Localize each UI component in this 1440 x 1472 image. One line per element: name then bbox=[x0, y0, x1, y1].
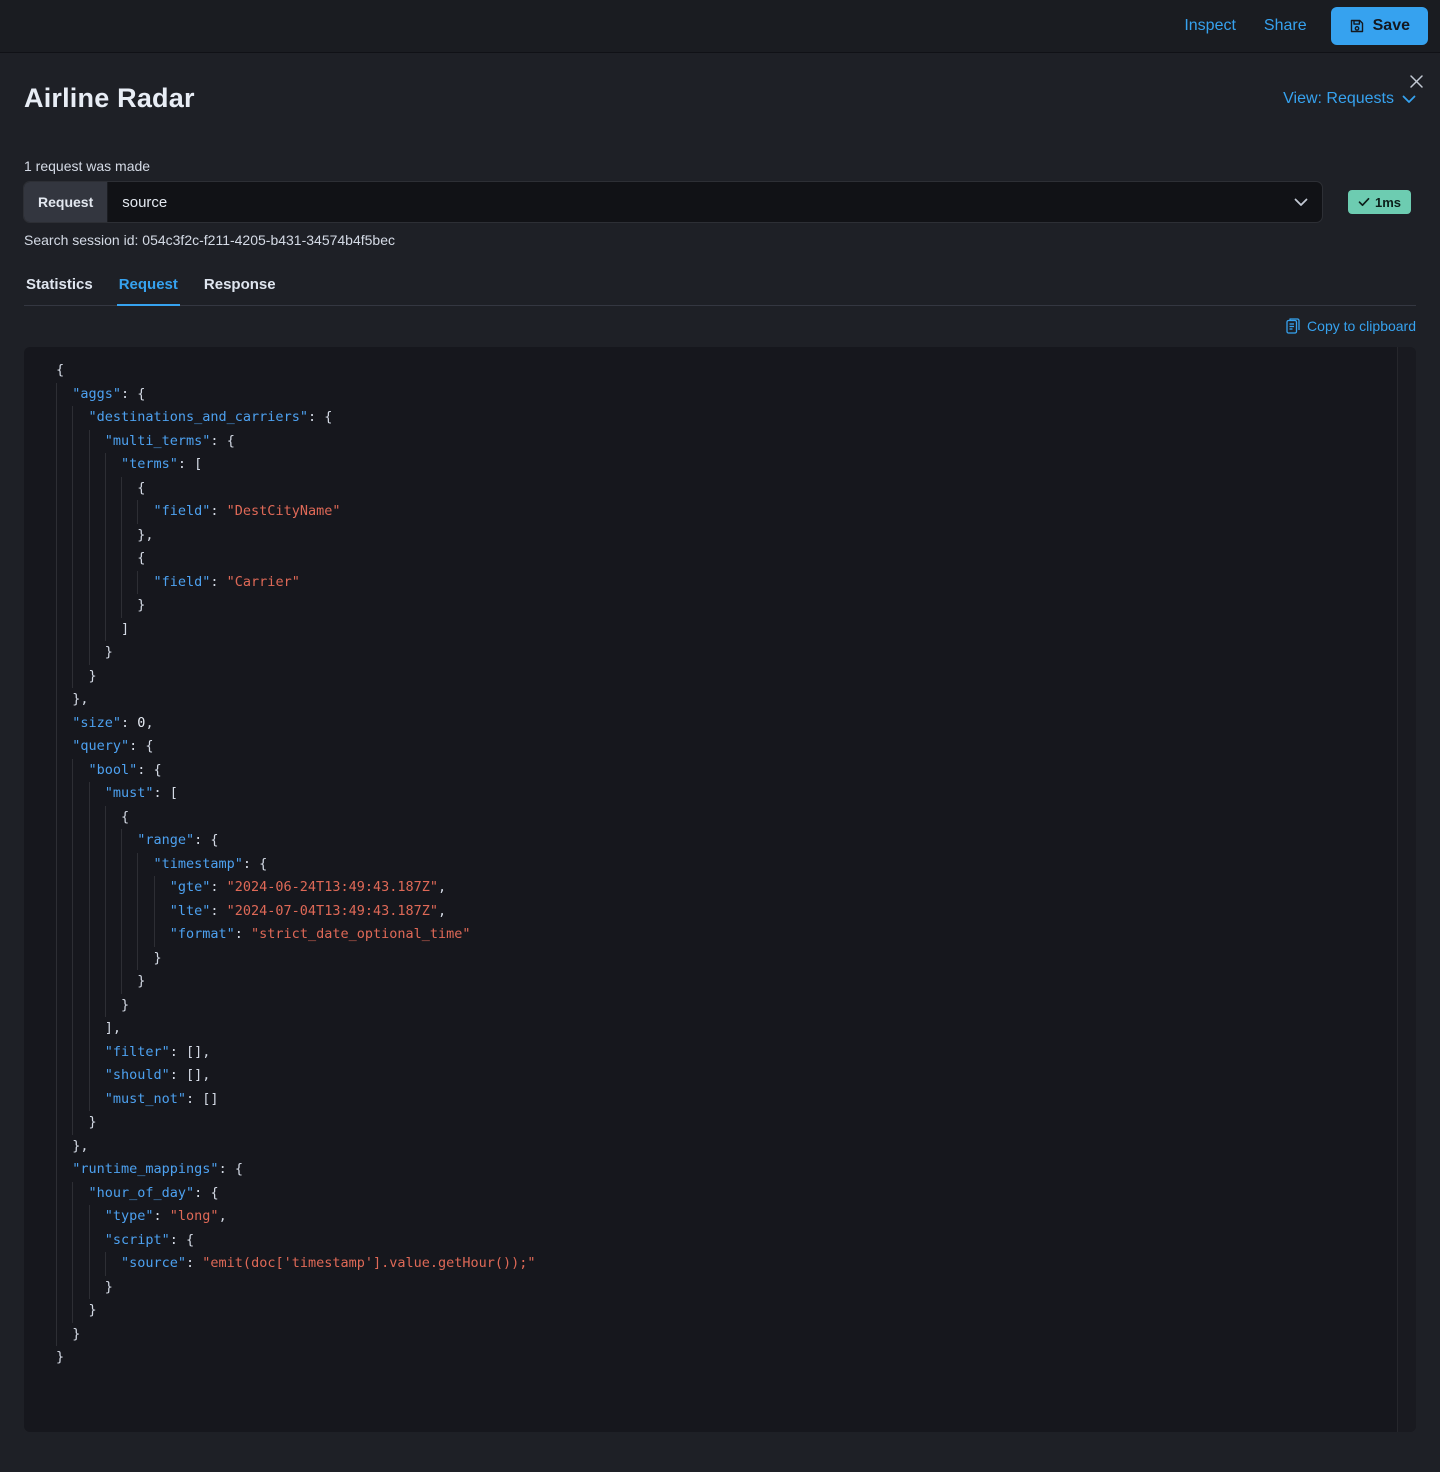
view-selector-label: View: Requests bbox=[1283, 90, 1394, 107]
code-line: }, bbox=[56, 1134, 1392, 1158]
tab-response[interactable]: Response bbox=[202, 270, 278, 305]
code-line: }, bbox=[56, 688, 1392, 712]
code-line: }, bbox=[56, 523, 1392, 547]
request-select[interactable]: Request source bbox=[24, 182, 1322, 222]
code-line: } bbox=[56, 594, 1392, 618]
code-line: "should": [], bbox=[56, 1064, 1392, 1088]
request-select-value: source bbox=[122, 193, 168, 211]
code-line: "filter": [], bbox=[56, 1040, 1392, 1064]
check-icon bbox=[1358, 197, 1370, 207]
code-line: "range": { bbox=[56, 829, 1392, 853]
code-line: "field": "DestCityName" bbox=[56, 500, 1392, 524]
chevron-down-icon bbox=[1280, 182, 1322, 222]
code-line: "multi_terms": { bbox=[56, 429, 1392, 453]
tab-statistics[interactable]: Statistics bbox=[24, 270, 95, 305]
view-selector-dropdown[interactable]: View: Requests bbox=[1283, 86, 1416, 114]
request-select-prepend-label: Request bbox=[24, 182, 109, 222]
code-line: "script": { bbox=[56, 1228, 1392, 1252]
code-line: } bbox=[56, 946, 1392, 970]
code-line: } bbox=[56, 1111, 1392, 1135]
flyout-header: Airline Radar View: Requests bbox=[24, 53, 1416, 114]
search-session-id: Search session id: 054c3f2c-f211-4205-b4… bbox=[24, 232, 395, 248]
code-line: } bbox=[56, 970, 1392, 994]
save-icon bbox=[1349, 18, 1365, 34]
request-code: { "aggs": {"destinations_and_carriers": {… bbox=[56, 359, 1392, 1370]
top-app-bar: Inspect Share Save bbox=[0, 0, 1440, 53]
inspect-flyout: Airline Radar View: Requests 1 request w… bbox=[0, 53, 1440, 1432]
code-line: "field": "Carrier" bbox=[56, 570, 1392, 594]
code-line: "bool": { bbox=[56, 758, 1392, 782]
save-button-label: Save bbox=[1372, 17, 1410, 34]
copy-to-clipboard-label: Copy to clipboard bbox=[1307, 318, 1416, 334]
inspect-button[interactable]: Inspect bbox=[1170, 9, 1250, 43]
code-line: { bbox=[56, 476, 1392, 500]
close-icon[interactable] bbox=[1404, 69, 1428, 93]
code-line: } bbox=[56, 993, 1392, 1017]
copy-to-clipboard-button[interactable]: Copy to clipboard bbox=[1286, 316, 1416, 336]
code-line: { bbox=[56, 362, 65, 378]
tab-request[interactable]: Request bbox=[116, 270, 181, 306]
editor-scrollbar-gutter[interactable] bbox=[1398, 347, 1416, 1432]
chevron-down-icon bbox=[1402, 95, 1416, 104]
code-line: "source": "emit(doc['timestamp'].value.g… bbox=[56, 1252, 1392, 1276]
code-line: "gte": "2024-06-24T13:49:43.187Z", bbox=[56, 876, 1392, 900]
code-line: { bbox=[56, 547, 1392, 571]
code-line: "format": "strict_date_optional_time" bbox=[56, 923, 1392, 947]
code-line: ] bbox=[56, 617, 1392, 641]
clipboard-icon bbox=[1286, 318, 1300, 334]
code-line: ], bbox=[56, 1017, 1392, 1041]
copy-row: Copy to clipboard bbox=[24, 316, 1416, 336]
code-line: "must_not": [] bbox=[56, 1087, 1392, 1111]
code-line: } bbox=[56, 1275, 1392, 1299]
inspector-tabs: Statistics Request Response bbox=[24, 270, 1416, 306]
code-line: "size": 0, bbox=[56, 711, 1392, 735]
code-line: "terms": [ bbox=[56, 453, 1392, 477]
code-line: } bbox=[56, 641, 1392, 665]
code-line: "timestamp": { bbox=[56, 852, 1392, 876]
request-selector-row: Request source 1ms bbox=[24, 182, 1416, 222]
code-line: } bbox=[56, 1299, 1392, 1323]
code-line: } bbox=[56, 664, 1392, 688]
code-line: } bbox=[56, 1322, 1392, 1346]
code-line: "hour_of_day": { bbox=[56, 1181, 1392, 1205]
request-time-label: 1ms bbox=[1375, 194, 1402, 210]
requests-summary: 1 request was made bbox=[24, 158, 151, 174]
code-line: "destinations_and_carriers": { bbox=[56, 406, 1392, 430]
code-line: "must": [ bbox=[56, 782, 1392, 806]
code-line: "type": "long", bbox=[56, 1205, 1392, 1229]
code-line: "query": { bbox=[56, 735, 1392, 759]
request-time-badge: 1ms bbox=[1348, 190, 1412, 214]
code-line: "aggs": { bbox=[56, 382, 1392, 406]
share-button[interactable]: Share bbox=[1250, 9, 1321, 43]
code-line: { bbox=[56, 805, 1392, 829]
code-line: "runtime_mappings": { bbox=[56, 1158, 1392, 1182]
page-title: Airline Radar bbox=[24, 83, 195, 113]
request-code-editor[interactable]: { "aggs": {"destinations_and_carriers": {… bbox=[24, 347, 1416, 1432]
code-line: "lte": "2024-07-04T13:49:43.187Z", bbox=[56, 899, 1392, 923]
code-line: } bbox=[56, 1349, 65, 1365]
save-button[interactable]: Save bbox=[1330, 7, 1428, 45]
